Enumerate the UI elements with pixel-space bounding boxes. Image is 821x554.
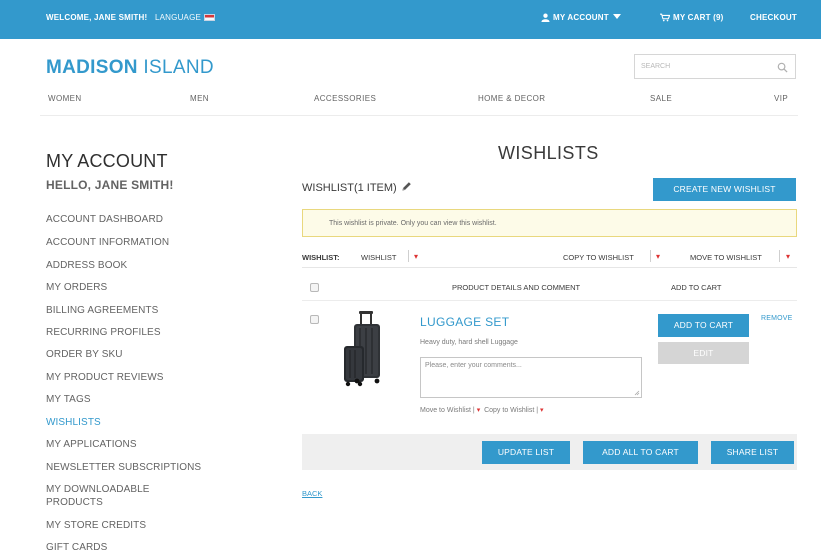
welcome-text: WELCOME, JANE SMITH!: [46, 13, 148, 22]
chevron-down-icon[interactable]: ▾: [786, 252, 790, 261]
page-title: WISHLISTS: [498, 143, 599, 163]
flag-icon: [204, 14, 216, 21]
cart-icon: [660, 13, 671, 24]
chevron-down-icon[interactable]: ▾: [656, 252, 660, 261]
luggage-image[interactable]: [340, 310, 388, 388]
my-cart-link[interactable]: MY CART (9): [660, 13, 724, 24]
divider: [302, 300, 797, 301]
sidebar-item-wishlists[interactable]: WISHLISTS: [46, 417, 101, 429]
search-input[interactable]: SEARCH: [634, 54, 796, 79]
copy-to-wishlist-dropdown[interactable]: COPY TO WISHLIST: [563, 253, 634, 262]
language-switcher[interactable]: LANGUAGE: [155, 13, 216, 22]
sidebar-item-address-book[interactable]: ADDRESS BOOK: [46, 260, 127, 272]
logo-bold: MADISON: [46, 57, 138, 78]
divider: [650, 250, 651, 262]
sidebar-item-billing-agreements[interactable]: BILLING AGREEMENTS: [46, 305, 158, 317]
my-cart-label: MY CART (9): [673, 13, 724, 22]
sidebar-item-my-store-credits[interactable]: MY STORE CREDITS: [46, 520, 146, 532]
private-notice: This wishlist is private. Only you can v…: [302, 209, 797, 237]
chevron-down-icon[interactable]: ▾: [540, 407, 544, 414]
main-nav: WOMEN MEN ACCESSORIES HOME & DECOR SALE …: [40, 86, 798, 116]
comment-textarea[interactable]: Please, enter your comments...: [420, 357, 642, 398]
wishlist-count-title: WISHLIST(1 ITEM): [302, 181, 412, 195]
nav-item-men[interactable]: MEN: [190, 94, 209, 103]
product-description: Heavy duty, hard shell Luggage: [420, 339, 518, 346]
chevron-down-icon[interactable]: ▾: [414, 252, 418, 261]
my-account-menu[interactable]: MY ACCOUNT: [541, 13, 621, 24]
divider: [779, 250, 780, 262]
language-label: LANGUAGE: [155, 13, 202, 22]
wishlist-select[interactable]: WISHLIST: [361, 253, 396, 262]
sidebar-item-my-tags[interactable]: MY TAGS: [46, 394, 91, 406]
column-header-add-to-cart: ADD TO CART: [671, 283, 722, 292]
column-header-details: PRODUCT DETAILS AND COMMENT: [452, 283, 581, 292]
nav-item-women[interactable]: WOMEN: [48, 94, 82, 103]
sidebar-item-gift-cards[interactable]: GIFT CARDS: [46, 542, 107, 554]
update-list-button[interactable]: UPDATE LIST: [482, 441, 570, 464]
divider: [408, 250, 409, 262]
move-to-wishlist-link[interactable]: Move to Wishlist: [420, 407, 471, 414]
my-account-label: MY ACCOUNT: [553, 13, 609, 22]
person-icon: [541, 13, 550, 24]
sidebar-item-my-applications[interactable]: MY APPLICATIONS: [46, 439, 137, 451]
search-placeholder: SEARCH: [641, 63, 671, 70]
top-bar: WELCOME, JANE SMITH! LANGUAGE MY ACCOUNT…: [0, 0, 821, 39]
add-to-cart-button[interactable]: ADD TO CART: [658, 314, 749, 337]
nav-item-accessories[interactable]: ACCESSORIES: [314, 94, 376, 103]
sidebar-item-account-information[interactable]: ACCOUNT INFORMATION: [46, 237, 169, 249]
sidebar-item-newsletter-subscriptions[interactable]: NEWSLETTER SUBSCRIPTIONS: [46, 462, 201, 474]
item-checkbox[interactable]: [310, 315, 319, 324]
item-wishlist-links: Move to Wishlist | ▾ Copy to Wishlist | …: [420, 407, 544, 414]
wishlist-count-label: WISHLIST(1 ITEM): [302, 182, 397, 194]
checkout-link[interactable]: CHECKOUT: [750, 13, 797, 22]
create-new-wishlist-button[interactable]: CREATE NEW WISHLIST: [653, 178, 796, 201]
private-notice-text: This wishlist is private. Only you can v…: [329, 220, 497, 227]
sidebar-item-account-dashboard[interactable]: ACCOUNT DASHBOARD: [46, 214, 163, 226]
logo-light: ISLAND: [143, 57, 214, 78]
add-all-to-cart-button[interactable]: ADD ALL TO CART: [583, 441, 698, 464]
product-name-link[interactable]: LUGGAGE SET: [420, 315, 509, 329]
chevron-down-icon[interactable]: ▾: [477, 407, 481, 414]
sidebar-item-order-by-sku[interactable]: ORDER BY SKU: [46, 349, 123, 361]
back-link[interactable]: BACK: [302, 489, 322, 498]
select-all-checkbox[interactable]: [310, 283, 319, 292]
pencil-icon[interactable]: [401, 181, 412, 195]
nav-item-sale[interactable]: SALE: [650, 94, 672, 103]
sidebar-item-my-downloadable[interactable]: MY DOWNLOADABLE: [46, 484, 150, 496]
sidebar-item-my-product-reviews[interactable]: MY PRODUCT REVIEWS: [46, 372, 164, 384]
sidebar-title: MY ACCOUNT: [46, 151, 168, 171]
wishlist-select-label: WISHLIST:: [302, 253, 340, 262]
resize-grip-icon[interactable]: [634, 390, 640, 396]
nav-item-home-decor[interactable]: HOME & DECOR: [478, 94, 545, 103]
sidebar-item-my-orders[interactable]: MY ORDERS: [46, 282, 107, 294]
comment-placeholder: Please, enter your comments...: [425, 362, 522, 369]
remove-link[interactable]: REMOVE: [761, 315, 793, 322]
edit-button[interactable]: EDIT: [658, 342, 749, 364]
sidebar-item-recurring-profiles[interactable]: RECURRING PROFILES: [46, 327, 161, 339]
wishlist-toolbar: WISHLIST: WISHLIST ▾ COPY TO WISHLIST ▾ …: [302, 246, 797, 268]
copy-to-wishlist-link[interactable]: Copy to Wishlist: [484, 407, 534, 414]
move-to-wishlist-dropdown[interactable]: MOVE TO WISHLIST: [690, 253, 762, 262]
share-list-button[interactable]: SHARE LIST: [711, 441, 794, 464]
logo[interactable]: MADISON ISLAND: [46, 57, 214, 79]
greeting: HELLO, JANE SMITH!: [46, 178, 174, 192]
search-icon[interactable]: [777, 60, 788, 78]
sidebar-item-products[interactable]: PRODUCTS: [46, 497, 103, 509]
chevron-down-icon: [612, 14, 621, 19]
nav-item-vip[interactable]: VIP: [774, 94, 788, 103]
